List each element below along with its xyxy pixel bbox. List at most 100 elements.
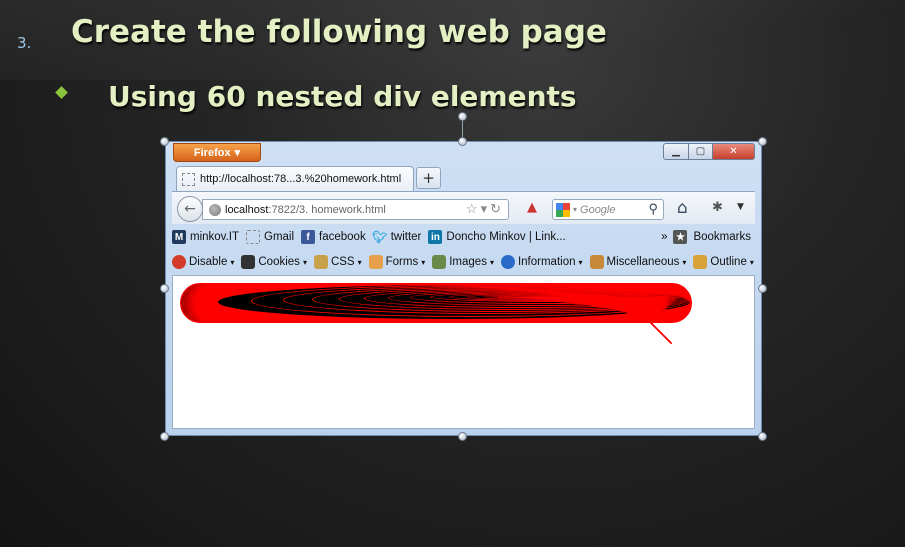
devtool-label: Miscellaneous (606, 256, 680, 268)
devtool-label: Images (449, 256, 487, 268)
nested-div (667, 339, 672, 344)
information-icon (500, 255, 515, 269)
nested-div (659, 331, 672, 344)
nested-div (669, 341, 672, 344)
resize-handle-left[interactable] (160, 284, 169, 293)
devtool-disable[interactable]: Disable ▾ (172, 255, 234, 269)
nested-div (647, 320, 672, 344)
bookmark-star-icon: ★ (673, 230, 688, 244)
devtool-cookies[interactable]: Cookies ▾ (241, 255, 307, 269)
resize-handle-top[interactable] (458, 137, 467, 146)
bookmarks-menu-button[interactable]: Bookmarks (693, 231, 751, 243)
devtool-label: Disable (189, 256, 228, 268)
globe-icon (209, 203, 221, 216)
nested-div (557, 301, 674, 344)
nested-div (654, 326, 672, 344)
slide-bullet-text: Using 60 nested div elements (108, 80, 577, 113)
nested-div (497, 296, 679, 344)
nested-divs-demo (180, 283, 692, 344)
devtool-label: CSS (330, 256, 355, 268)
nested-div (633, 314, 672, 344)
nested-div (388, 290, 685, 344)
nested-div (666, 338, 672, 344)
nested-div (511, 297, 678, 344)
nested-div (613, 309, 672, 344)
nested-div (482, 295, 680, 344)
cookies-icon (241, 255, 256, 269)
devtool-information[interactable]: Information ▾ (500, 255, 583, 269)
devtool-css[interactable]: CSS ▾ (313, 255, 362, 269)
browser-screenshot[interactable]: Firefox ▾ ▁ ▢ ✕ http://localhost:78...3.… (165, 141, 762, 436)
nested-div (656, 328, 672, 344)
navigation-toolbar: localhost:7822/3. homework.html ☆▾↻ ← ▲ … (172, 191, 755, 224)
devtool-label: Information (517, 256, 576, 268)
new-tab-button[interactable]: + (416, 167, 441, 189)
resize-handle-top-left[interactable] (160, 137, 169, 146)
bookmark-linkedin[interactable]: in Doncho Minkov | Link... (428, 230, 566, 244)
nested-div (651, 323, 672, 344)
search-input[interactable]: ▾ Google ⚲ (552, 199, 664, 220)
bookmark-label: twitter (390, 231, 422, 243)
star-reload-icons[interactable]: ☆▾↻ (466, 201, 504, 217)
addon-icon[interactable]: ✱ (712, 200, 723, 215)
bookmark-label: minkov.IT (190, 231, 239, 243)
google-icon (556, 202, 570, 217)
devtool-images[interactable]: Images ▾ (432, 255, 494, 269)
nested-div (649, 321, 672, 344)
nested-div (630, 313, 672, 344)
url-bar[interactable]: localhost:7822/3. homework.html ☆▾↻ (202, 199, 509, 220)
search-icon[interactable]: ⚲ (648, 201, 658, 217)
nested-div (430, 292, 683, 344)
bookmarks-overflow-button[interactable]: » (661, 231, 667, 243)
persona-icon[interactable]: ▲ (527, 200, 543, 216)
tab-active[interactable]: http://localhost:78...3.%20homework.html (176, 166, 414, 191)
nested-div (524, 298, 677, 344)
home-icon[interactable]: ⌂ (677, 198, 688, 218)
back-arrow-icon[interactable]: ← (177, 196, 203, 222)
firefox-menu-button[interactable]: Firefox ▾ (173, 143, 261, 162)
nested-div (661, 333, 672, 344)
chevron-down-icon[interactable]: ▼ (737, 202, 744, 212)
nested-div (466, 294, 681, 344)
resize-handle-bottom-left[interactable] (160, 432, 169, 441)
nested-div (180, 283, 692, 344)
resize-handle-bottom[interactable] (458, 432, 467, 441)
bookmark-twitter[interactable]: 🐦︎ twitter (372, 230, 422, 244)
nested-div (582, 304, 672, 344)
bookmark-facebook[interactable]: f facebook (301, 230, 366, 244)
nested-div (566, 302, 673, 344)
bookmark-label: facebook (319, 231, 366, 243)
search-placeholder: Google (580, 203, 616, 216)
nested-div (636, 315, 672, 344)
nested-div (618, 310, 672, 344)
nested-div (622, 311, 672, 344)
nested-div (608, 308, 672, 344)
resize-handle-top-right[interactable] (758, 137, 767, 146)
images-icon (432, 255, 447, 269)
nested-div (664, 336, 672, 344)
close-icon[interactable]: ✕ (713, 143, 755, 160)
minimize-icon[interactable]: ▁ (663, 143, 689, 160)
devtool-label: Forms (385, 256, 419, 268)
devtool-miscellaneous[interactable]: Miscellaneous ▾ (589, 255, 686, 269)
slide-number: 3. (17, 34, 32, 52)
miscellaneous-icon (589, 255, 604, 269)
maximize-icon[interactable]: ▢ (689, 143, 713, 160)
nested-div (665, 337, 672, 344)
nested-div (658, 330, 672, 344)
page-icon (182, 172, 195, 186)
devtool-outline[interactable]: Outline ▾ (693, 255, 754, 269)
resize-handle-right[interactable] (758, 284, 767, 293)
rotate-handle[interactable] (458, 112, 467, 121)
nested-div (660, 332, 672, 344)
nested-div (574, 303, 672, 344)
nested-div (626, 312, 672, 344)
bookmark-minkov[interactable]: M minkov.IT (172, 230, 239, 244)
devtool-forms[interactable]: Forms ▾ (368, 255, 425, 269)
linkedin-icon: in (428, 230, 443, 244)
nested-div (283, 286, 689, 344)
nested-div (596, 306, 672, 344)
resize-handle-bottom-right[interactable] (758, 432, 767, 441)
bookmark-gmail[interactable]: Gmail (246, 230, 294, 244)
page-icon (246, 230, 260, 244)
